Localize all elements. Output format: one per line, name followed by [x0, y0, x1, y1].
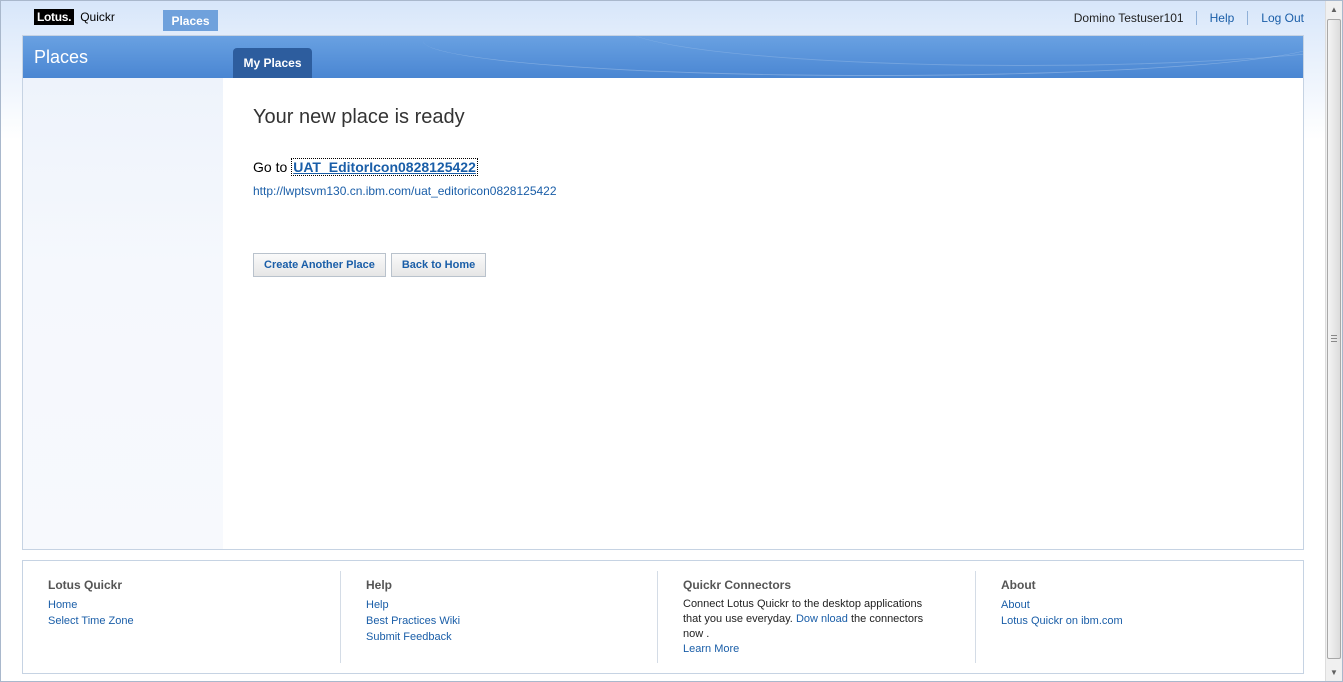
- download-link[interactable]: Dow nload: [796, 613, 848, 625]
- footer-link-submit-feedback[interactable]: Submit Feedback: [366, 629, 657, 645]
- title-bar: Places My Places: [23, 36, 1303, 78]
- scroll-thumb[interactable]: [1327, 19, 1341, 659]
- divider: [1195, 11, 1197, 25]
- utility-links: Domino Testuser101 Help Log Out: [1074, 11, 1311, 25]
- footer-col-lotus-quickr: Lotus Quickr Home Select Time Zone: [23, 571, 340, 663]
- place-url-link[interactable]: http://lwptsvm130.cn.ibm.com/uat_editori…: [253, 184, 557, 198]
- divider: [1247, 11, 1249, 25]
- confirmation-heading: Your new place is ready: [253, 106, 465, 128]
- logo-text: Quickr: [80, 10, 115, 24]
- footer-link-help[interactable]: Help: [366, 597, 657, 613]
- footer-link-about[interactable]: About: [1001, 597, 1292, 613]
- create-another-place-button[interactable]: Create Another Place: [253, 253, 386, 277]
- footer-col-about: About About Lotus Quickr on ibm.com: [975, 571, 1292, 663]
- footer-heading: Quickr Connectors: [683, 578, 792, 592]
- scroll-down-arrow-icon[interactable]: ▼: [1326, 664, 1342, 681]
- tab-my-places[interactable]: My Places: [233, 48, 312, 78]
- footer-link-best-practices-wiki[interactable]: Best Practices Wiki: [366, 613, 657, 629]
- action-buttons: Create Another Place Back to Home: [253, 253, 491, 277]
- footer-heading: About: [1001, 578, 1036, 592]
- back-to-home-button[interactable]: Back to Home: [390, 253, 487, 277]
- learn-more-link[interactable]: Learn More: [683, 641, 974, 657]
- place-link[interactable]: UAT_EditorIcon0828125422: [291, 158, 478, 176]
- footer-heading: Lotus Quickr: [48, 578, 123, 592]
- user-name: Domino Testuser101: [1073, 11, 1184, 25]
- footer-link-quickr-on-ibm[interactable]: Lotus Quickr on ibm.com: [1001, 613, 1292, 629]
- top-banner: Lotus. Quickr Places Domino Testuser101 …: [0, 0, 1325, 35]
- vertical-scrollbar[interactable]: ▲ ▼: [1325, 1, 1342, 681]
- footer-link-home[interactable]: Home: [48, 597, 340, 613]
- sidebar: [23, 78, 223, 549]
- footer-col-help: Help Help Best Practices Wiki Submit Fee…: [340, 571, 657, 663]
- lotus-quickr-logo[interactable]: Lotus. Quickr: [34, 9, 115, 25]
- goto-line: Go to UAT_EditorIcon0828125422: [253, 158, 478, 176]
- connectors-description: Connect Lotus Quickr to the desktop appl…: [683, 597, 928, 641]
- main-panel: Places My Places Your new place is ready…: [22, 35, 1304, 550]
- scroll-up-arrow-icon[interactable]: ▲: [1326, 1, 1342, 18]
- page-title: Places: [34, 47, 89, 67]
- footer-heading: Help: [366, 578, 393, 592]
- content-area: Your new place is ready Go to UAT_Editor…: [253, 78, 1293, 538]
- help-link[interactable]: Help: [1203, 11, 1242, 25]
- logout-link[interactable]: Log Out: [1254, 11, 1311, 25]
- nav-tab-places[interactable]: Places: [163, 10, 218, 31]
- goto-label: Go to: [253, 159, 288, 175]
- footer-col-connectors: Quickr Connectors Connect Lotus Quickr t…: [657, 571, 974, 663]
- footer: Lotus Quickr Home Select Time Zone Help …: [22, 560, 1304, 674]
- grip-icon: [1331, 335, 1337, 342]
- footer-link-select-time-zone[interactable]: Select Time Zone: [48, 613, 340, 629]
- logo-box: Lotus.: [34, 9, 75, 25]
